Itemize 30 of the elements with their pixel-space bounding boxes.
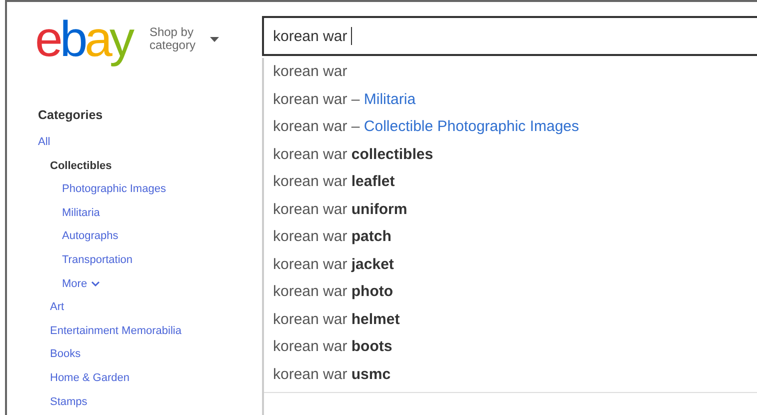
category-link[interactable]: Photographic Images [62, 178, 166, 202]
shop-by-category-button[interactable]: Shop by category [149, 26, 220, 52]
caret-icon [210, 36, 220, 42]
suggestion-item[interactable]: korean war usmc [273, 360, 391, 388]
category-link[interactable]: Books [50, 343, 81, 367]
suggestion-item[interactable]: korean war patch [273, 223, 392, 250]
suggestion-item[interactable]: korean war uniform [273, 196, 408, 223]
suggestion-item[interactable]: korean war jacket [273, 250, 394, 278]
category-link[interactable]: Home & Garden [50, 366, 130, 391]
suggestion-item[interactable]: korean war photo [273, 278, 394, 306]
categories-heading: Categories [38, 108, 104, 122]
category-link[interactable]: Transportation [62, 248, 133, 273]
chevron-down-icon [91, 281, 100, 288]
category-link[interactable]: Stamps [50, 390, 88, 414]
suggestion-item[interactable]: korean war – Collectible Photographic Images [273, 113, 580, 140]
category-link[interactable]: Entertainment Memorabilia [50, 320, 182, 344]
logo[interactable]: ebay [35, 10, 136, 68]
category-link[interactable]: Militaria [62, 202, 100, 226]
suggestion-item[interactable]: korean war [273, 58, 348, 86]
suggestion-item[interactable]: korean war leaflet [273, 168, 395, 196]
suggestion-item[interactable]: korean war – Militaria [273, 86, 416, 113]
more-link[interactable]: More [62, 272, 100, 296]
search-field[interactable]: korean war [262, 16, 757, 56]
suggestion-item[interactable]: korean war collectibles [273, 140, 434, 168]
suggestion-item[interactable]: korean war boots [273, 333, 392, 360]
category-link[interactable]: Art [50, 296, 64, 320]
category-link[interactable]: Collectibles [50, 154, 112, 178]
suggestion-item[interactable]: korean war helmet [273, 306, 400, 333]
category-link[interactable]: All [38, 131, 50, 155]
category-link[interactable]: Autographs [62, 225, 118, 249]
